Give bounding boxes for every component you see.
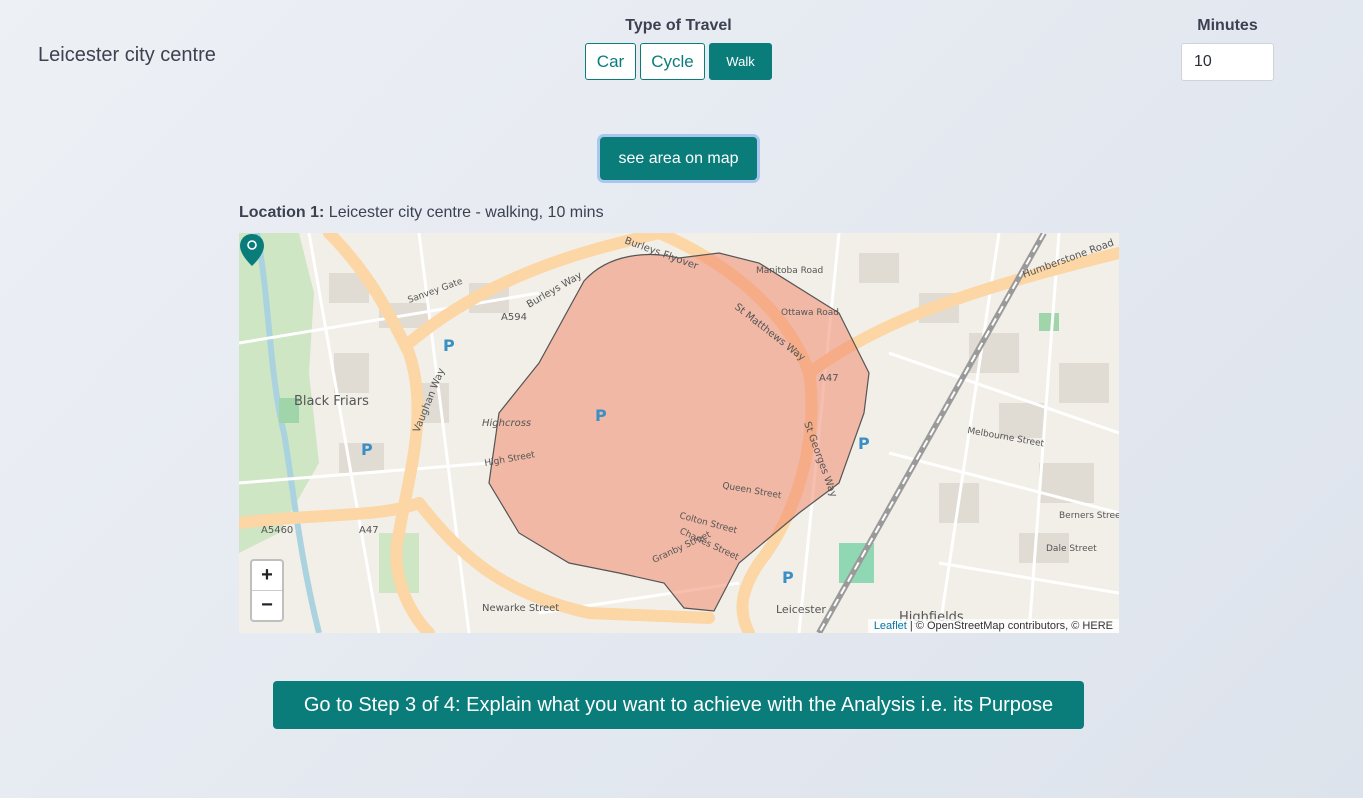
- parking-icon: P: [782, 568, 794, 587]
- label-ottawa-road: Ottawa Road: [781, 308, 839, 318]
- see-area-on-map-button[interactable]: see area on map: [600, 137, 757, 180]
- parking-icon: P: [361, 440, 373, 459]
- label-highcross: Highcross: [482, 418, 531, 429]
- map[interactable]: Burleys Flyover Burleys Way St Matthews …: [239, 233, 1119, 633]
- label-dale-street: Dale Street: [1046, 544, 1097, 554]
- label-black-friars: Black Friars: [294, 394, 369, 409]
- map-attribution: Leaflet | © OpenStreetMap contributors, …: [867, 619, 1119, 633]
- label-a594: A594: [501, 312, 527, 323]
- location-summary-text: Leicester city centre - walking, 10 mins: [328, 204, 604, 221]
- travel-type-group: Type of Travel Car Cycle Walk: [585, 17, 772, 80]
- travel-type-buttons: Car Cycle Walk: [585, 43, 772, 80]
- map-tiles: Burleys Flyover Burleys Way St Matthews …: [239, 233, 1119, 633]
- label-a47-west: A47: [359, 525, 379, 536]
- cycle-button[interactable]: Cycle: [640, 43, 705, 80]
- walk-button[interactable]: Walk: [709, 43, 772, 80]
- car-button[interactable]: Car: [585, 43, 636, 80]
- minutes-group: Minutes: [1181, 17, 1274, 81]
- attribution-text: | © OpenStreetMap contributors, © HERE: [909, 620, 1113, 632]
- location-summary-prefix: Location 1:: [239, 204, 325, 221]
- minutes-label: Minutes: [1197, 17, 1258, 34]
- travel-type-label: Type of Travel: [625, 17, 732, 34]
- label-newarke-street: Newarke Street: [482, 603, 559, 614]
- zoom-in-button[interactable]: +: [252, 561, 282, 590]
- zoom-out-button[interactable]: −: [252, 590, 282, 620]
- label-berners-street: Berners Street: [1059, 511, 1119, 521]
- label-leicester: Leicester: [776, 603, 826, 616]
- label-a5460: A5460: [261, 525, 293, 536]
- parking-icon: P: [858, 434, 870, 453]
- location-summary: Location 1: Leicester city centre - walk…: [239, 204, 604, 222]
- parking-icon: P: [595, 406, 607, 425]
- label-a47: A47: [819, 373, 839, 384]
- minutes-input[interactable]: [1181, 43, 1274, 81]
- parking-icon: P: [443, 336, 455, 355]
- label-manitoba-road: Manitoba Road: [756, 266, 823, 276]
- location-title: Leicester city centre: [38, 44, 216, 66]
- leaflet-link[interactable]: Leaflet: [874, 620, 907, 632]
- zoom-control: + −: [250, 559, 284, 622]
- location-marker-icon[interactable]: [239, 233, 265, 267]
- next-step-button[interactable]: Go to Step 3 of 4: Explain what you want…: [273, 681, 1084, 729]
